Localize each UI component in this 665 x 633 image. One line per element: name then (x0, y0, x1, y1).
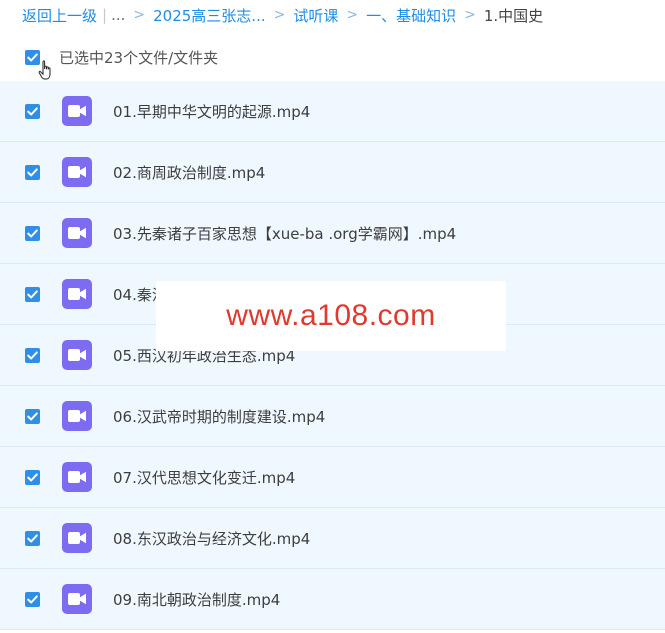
file-row[interactable]: 09.南北朝政治制度.mp4 (0, 569, 665, 630)
video-file-icon (62, 584, 92, 614)
file-name[interactable]: 09.南北朝政治制度.mp4 (113, 589, 280, 610)
file-name[interactable]: 03.先秦诸子百家思想【xue-ba .org学霸网】.mp4 (113, 223, 456, 244)
file-name[interactable]: 01.早期中华文明的起源.mp4 (113, 101, 310, 122)
breadcrumb-item-basics[interactable]: 一、基础知识 (366, 5, 456, 26)
checkmark-icon (27, 534, 38, 543)
checkmark-icon (27, 595, 38, 604)
file-name[interactable]: 06.汉武帝时期的制度建设.mp4 (113, 406, 325, 427)
file-row[interactable]: 01.早期中华文明的起源.mp4 (0, 81, 665, 142)
chevron-right-icon: > (464, 7, 476, 23)
video-file-icon (62, 401, 92, 431)
video-file-icon (62, 462, 92, 492)
row-checkbox[interactable] (25, 409, 40, 424)
checkmark-icon (27, 351, 38, 360)
checkmark-icon (27, 473, 38, 482)
chevron-right-icon: > (273, 7, 286, 23)
checkmark-icon (27, 290, 38, 299)
row-checkbox[interactable] (25, 104, 40, 119)
breadcrumb: 返回上一级 | ... > 2025高三张志... > 试听课 > 一、基础知识… (22, 4, 543, 26)
breadcrumb-item-trial[interactable]: 试听课 (293, 5, 338, 26)
video-file-icon (62, 279, 92, 309)
file-row[interactable]: 06.汉武帝时期的制度建设.mp4 (0, 386, 665, 447)
file-list: 01.早期中华文明的起源.mp4 02.商周政治制度.mp4 03.先秦诸子百家… (0, 81, 665, 633)
video-file-icon (62, 218, 92, 248)
file-name[interactable]: 02.商周政治制度.mp4 (113, 162, 265, 183)
file-row[interactable]: 08.东汉政治与经济文化.mp4 (0, 508, 665, 569)
video-file-icon (62, 340, 92, 370)
hand-cursor-icon (38, 60, 51, 80)
row-checkbox[interactable] (25, 348, 40, 363)
watermark-overlay: www.a108.com (156, 281, 506, 351)
video-file-icon (62, 96, 92, 126)
breadcrumb-current: 1.中国史 (483, 6, 544, 25)
row-checkbox[interactable] (25, 165, 40, 180)
file-row[interactable]: 03.先秦诸子百家思想【xue-ba .org学霸网】.mp4 (0, 203, 665, 264)
file-browser: 返回上一级 | ... > 2025高三张志... > 试听课 > 一、基础知识… (0, 0, 665, 633)
selection-count-label: 已选中23个文件/文件夹 (59, 49, 219, 67)
checkmark-icon (27, 168, 38, 177)
checkmark-icon (27, 229, 38, 238)
breadcrumb-back-link[interactable]: 返回上一级 (22, 5, 97, 26)
video-file-icon (62, 523, 92, 553)
row-checkbox[interactable] (25, 287, 40, 302)
file-row[interactable]: 02.商周政治制度.mp4 (0, 142, 665, 203)
chevron-right-icon: > (133, 7, 146, 23)
row-checkbox[interactable] (25, 592, 40, 607)
row-checkbox[interactable] (25, 531, 40, 546)
checkmark-icon (27, 412, 38, 421)
breadcrumb-ellipsis[interactable]: ... (111, 6, 125, 24)
select-all-bar: 已选中23个文件/文件夹 (0, 38, 665, 80)
breadcrumb-item-course[interactable]: 2025高三张志... (153, 5, 265, 26)
checkmark-icon (27, 107, 38, 116)
file-row[interactable]: 07.汉代思想文化变迁.mp4 (0, 447, 665, 508)
row-checkbox[interactable] (25, 470, 40, 485)
watermark-text: www.a108.com (226, 299, 436, 332)
row-checkbox[interactable] (25, 226, 40, 241)
chevron-right-icon: > (346, 7, 359, 23)
file-name[interactable]: 07.汉代思想文化变迁.mp4 (113, 467, 295, 488)
video-file-icon (62, 157, 92, 187)
file-name[interactable]: 08.东汉政治与经济文化.mp4 (113, 528, 310, 549)
breadcrumb-divider: | (102, 6, 108, 24)
